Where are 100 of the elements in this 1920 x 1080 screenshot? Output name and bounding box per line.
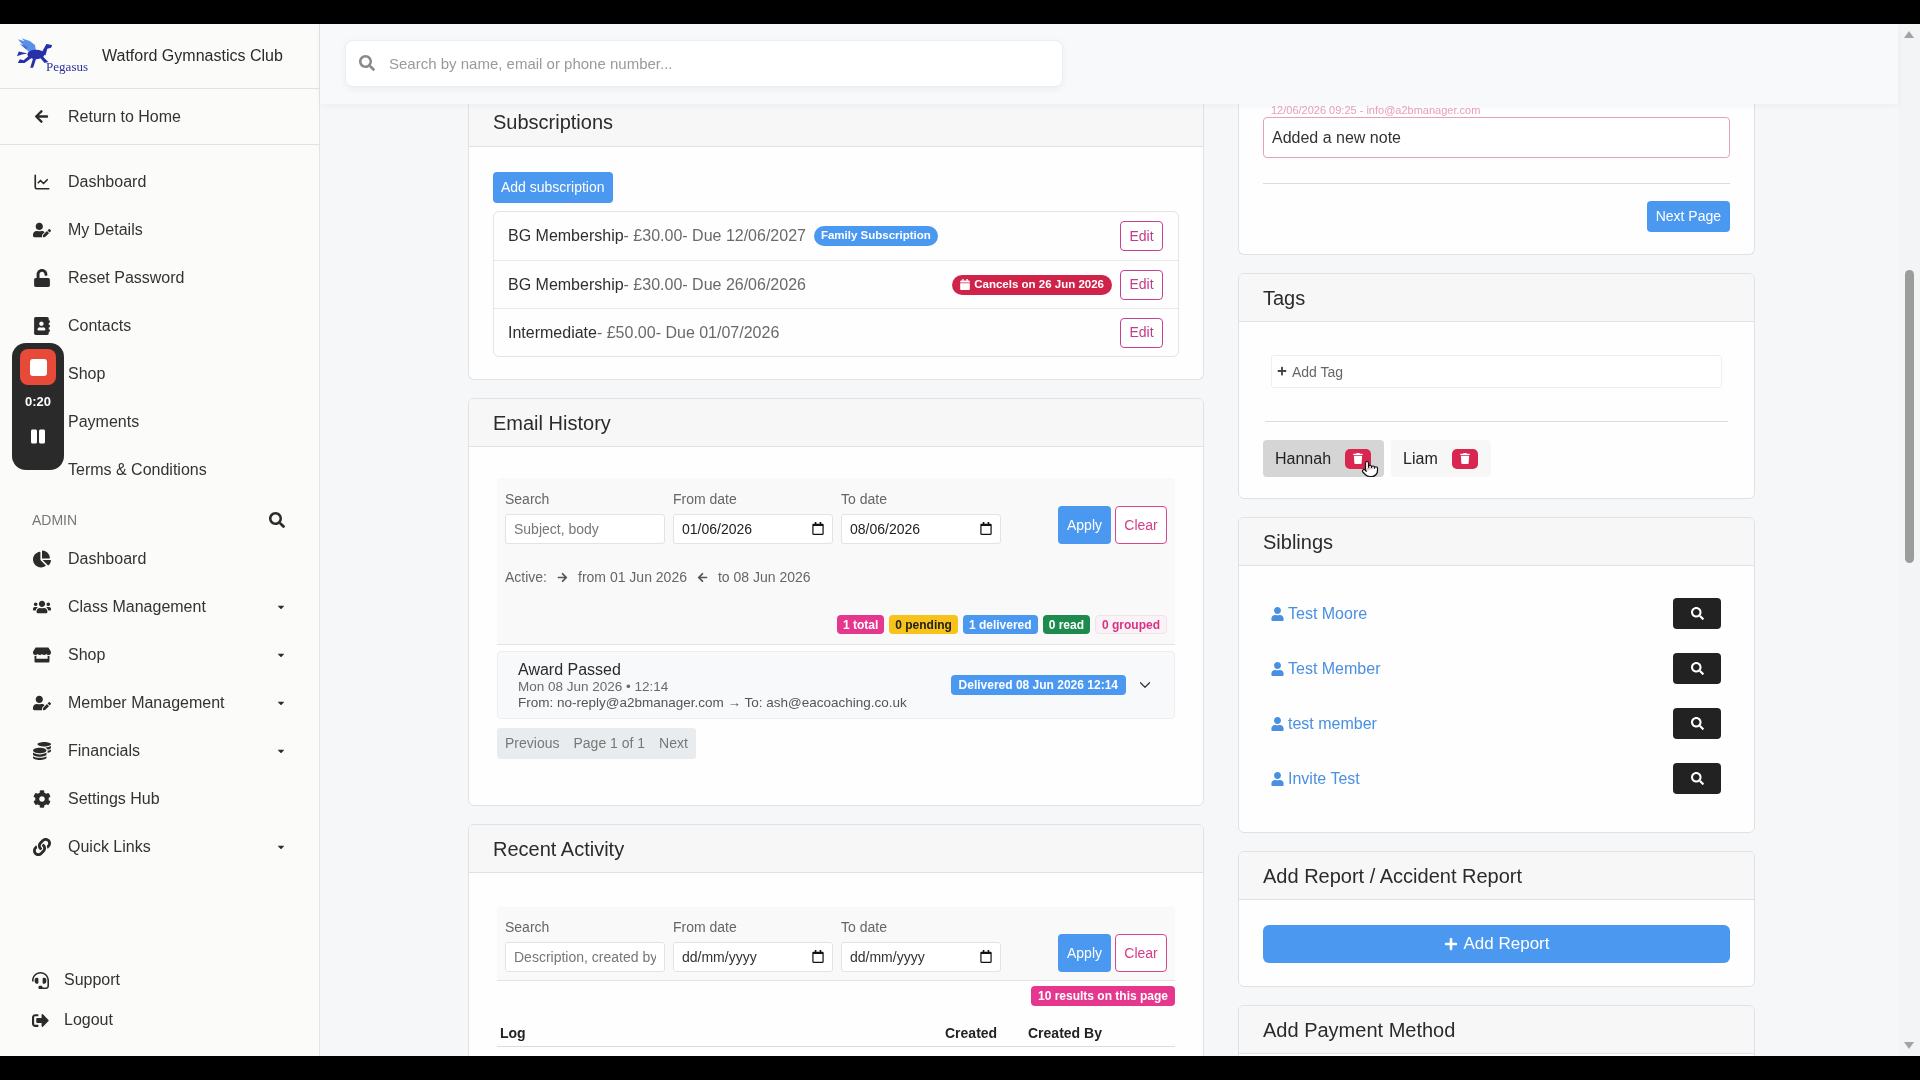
- field-label: From date: [673, 919, 738, 936]
- search-input[interactable]: Subject, body: [505, 514, 665, 544]
- user-icon: [1271, 771, 1284, 786]
- stop-button[interactable]: [20, 349, 56, 385]
- search-button[interactable]: [1673, 763, 1721, 794]
- trash-icon: [1459, 453, 1470, 464]
- tag-chip[interactable]: Hannah: [1263, 440, 1385, 477]
- status-badge: Delivered 08 Jun 2026 12:14: [950, 675, 1126, 695]
- email-date: Mon 08 Jun 2026 • 12:14: [518, 678, 670, 695]
- plan-badge: Family Subscription: [813, 226, 938, 246]
- sidebar-item[interactable]: Settings Hub: [68, 787, 160, 811]
- tag-label: Liam: [1403, 448, 1438, 469]
- clear-button[interactable]: Clear: [1115, 506, 1167, 544]
- search-icon: [1690, 717, 1704, 730]
- next-button[interactable]: Next: [659, 733, 688, 754]
- sidebar-item[interactable]: Shop: [68, 362, 106, 386]
- plus-icon: [1277, 366, 1287, 376]
- calendar-icon: [960, 279, 971, 290]
- right-arrow-icon: [557, 572, 568, 583]
- pause-icon[interactable]: [31, 428, 45, 445]
- user-icon: [1271, 606, 1284, 621]
- card-title: Add Report / Accident Report: [1263, 863, 1523, 888]
- line-chart-icon: [33, 173, 51, 191]
- sidebar-item[interactable]: Shop: [68, 643, 106, 667]
- column-header: Log: [500, 1024, 526, 1041]
- date-field[interactable]: 08/06/2026: [841, 514, 1001, 544]
- card-title: Recent Activity: [493, 836, 625, 861]
- add-tag-field[interactable]: Add Tag: [1271, 355, 1722, 388]
- left-arrow-icon: [34, 109, 49, 124]
- left-arrow-icon: [697, 572, 708, 583]
- search-icon[interactable]: [269, 512, 285, 528]
- page-indicator: Page 1 of 1: [573, 734, 646, 753]
- search-button[interactable]: [1673, 598, 1721, 629]
- field-label: To date: [841, 491, 888, 508]
- search-field[interactable]: Search by name, email or phone number...: [345, 40, 1063, 87]
- logo-text: Pegasus: [46, 60, 88, 74]
- tag-label: Hannah: [1275, 448, 1332, 469]
- search-button[interactable]: [1673, 653, 1721, 684]
- count-badge: 0 read: [1042, 615, 1090, 634]
- scrollbar-thumb[interactable]: [1904, 270, 1914, 563]
- search-icon: [1690, 607, 1704, 620]
- headset-icon: [31, 971, 49, 989]
- sidebar-item[interactable]: Class Management: [68, 595, 206, 619]
- previous-button[interactable]: Previous: [505, 733, 560, 754]
- sidebar-item[interactable]: Dashboard: [68, 170, 147, 194]
- active-from: from 01 Jun 2026: [578, 568, 687, 587]
- plus-icon: [1443, 937, 1458, 951]
- user-icon: [1271, 716, 1284, 731]
- section-heading: ADMIN: [32, 510, 78, 530]
- note-field[interactable]: Added a new note: [1263, 117, 1730, 158]
- tag-chip[interactable]: Liam: [1391, 440, 1491, 477]
- search-icon: [359, 55, 375, 71]
- active-label: Active:: [505, 568, 547, 587]
- clear-button[interactable]: Clear: [1115, 934, 1167, 972]
- date-field[interactable]: dd/mm/yyyy: [673, 942, 833, 972]
- email-subject: Award Passed: [518, 659, 622, 679]
- search-button[interactable]: [1673, 708, 1721, 739]
- cancellation-text: Cancels on 26 Jun 2026: [974, 276, 1104, 292]
- hand-cursor-icon: [1361, 458, 1379, 480]
- field-label: From date: [673, 491, 738, 508]
- card-title: Siblings: [1263, 529, 1334, 554]
- sidebar-item[interactable]: Support: [64, 968, 121, 992]
- user-pen-icon: [33, 694, 51, 712]
- people-icon: [33, 598, 51, 616]
- sidebar-item[interactable]: Contacts: [68, 314, 132, 338]
- sidebar-item[interactable]: Dashboard: [68, 547, 147, 571]
- sidebar-item[interactable]: Quick Links: [68, 835, 151, 859]
- card-title: Email History: [493, 410, 611, 435]
- sidebar-item[interactable]: Member Management: [68, 691, 225, 715]
- active-to: to 08 Jun 2026: [718, 568, 811, 587]
- count-badge: 1 total: [836, 615, 885, 634]
- pie-chart-icon: [33, 550, 51, 568]
- edit-button[interactable]: Edit: [1120, 317, 1163, 348]
- count-badge: 1 delivered: [962, 615, 1038, 634]
- sidebar-item[interactable]: Reset Password: [68, 266, 185, 290]
- date-field[interactable]: 01/06/2026: [673, 514, 833, 544]
- card-title: Tags: [1263, 285, 1306, 310]
- coins-icon: [33, 742, 51, 760]
- sidebar-item[interactable]: Financials: [68, 739, 141, 763]
- trash-icon: [1353, 453, 1364, 464]
- settings-icon: [33, 790, 51, 808]
- recording-time: 0:20: [25, 394, 51, 409]
- sidebar-item[interactable]: Terms & Conditions: [68, 458, 207, 482]
- results-badge: 10 results on this page: [1030, 986, 1175, 1006]
- email-item[interactable]: Award Passed Mon 08 Jun 2026 • 12:14 From: no-reply@a2bmanager.com → To: ash@eacoaching.co.uk Delivered 08 Jun 2026 12:14: [497, 651, 1175, 719]
- return-home-link[interactable]: Return to Home: [68, 104, 181, 129]
- sidebar-item[interactable]: Payments: [68, 410, 140, 434]
- field-label: Search: [505, 491, 551, 508]
- field-label: Search: [505, 919, 551, 936]
- column-header: Created By: [1028, 1024, 1102, 1041]
- note-meta: 12/06/2026 09:25 - info@a2bmanager.com: [1270, 104, 1482, 117]
- field-label: To date: [841, 919, 888, 936]
- subscription-text: BG Membership- £30.00- Due 26/06/2026: [508, 274, 806, 295]
- sidebar-item[interactable]: My Details: [68, 218, 143, 242]
- edit-button[interactable]: Edit: [1120, 221, 1163, 251]
- sidebar-item[interactable]: Logout: [64, 1008, 113, 1032]
- delete-button[interactable]: [1345, 448, 1372, 469]
- logout-icon: [31, 1011, 49, 1029]
- edit-button[interactable]: Edit: [1120, 269, 1163, 300]
- date-field[interactable]: dd/mm/yyyy: [841, 942, 1001, 972]
